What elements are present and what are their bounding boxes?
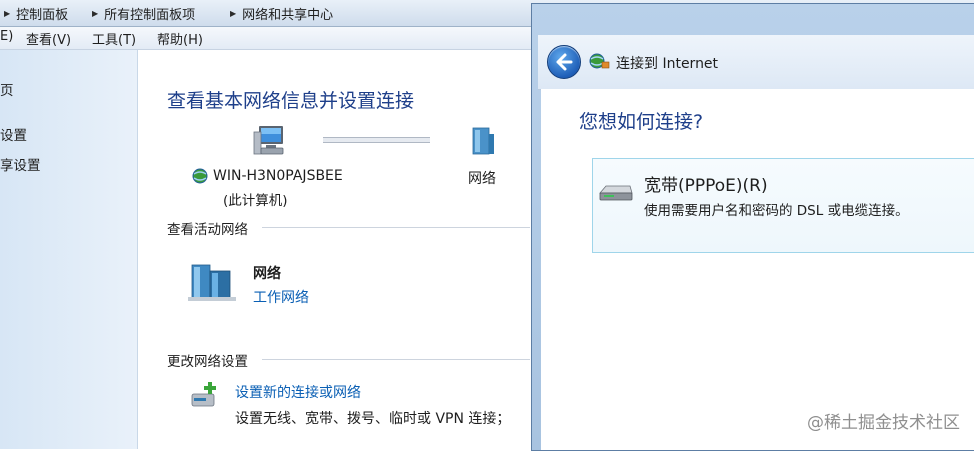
dialog-content: 您想如何连接? 宽带(PPPoE)(R) 使用需要用户名和密码的 DSL 或电缆… (541, 89, 974, 450)
sidebar-link-home[interactable]: 页 (0, 79, 14, 99)
back-arrow-icon (556, 53, 573, 71)
setup-connection-link[interactable]: 设置新的连接或网络 (235, 382, 361, 402)
dialog-header: 连接到 Internet (538, 35, 974, 90)
breadcrumb-arrow-icon: ▶ (4, 9, 11, 18)
section-divider (262, 227, 530, 228)
sidebar-link-adapter-settings[interactable]: 设置 (0, 124, 27, 144)
setup-connection-description: 设置无线、宽带、拨号、临时或 VPN 连接； (235, 411, 511, 427)
active-network-icon (188, 264, 236, 301)
option-title: 宽带(PPPoE)(R) (644, 176, 768, 196)
menu-edit[interactable]: E) (0, 29, 13, 44)
back-button[interactable] (547, 45, 581, 79)
sidebar: 页 设置 享设置 (0, 50, 138, 449)
page-title: 查看基本网络信息并设置连接 (167, 90, 415, 112)
breadcrumb-item-network-center[interactable]: ▶ 网络和共享中心 (230, 4, 333, 23)
watermark: @稀土掘金技术社区 (807, 413, 960, 433)
globe-icon (192, 168, 208, 184)
network-icon (472, 127, 494, 155)
option-description: 使用需要用户名和密码的 DSL 或电缆连接。 (644, 203, 909, 219)
network-label: 网络 (468, 171, 496, 187)
breadcrumb-arrow-icon: ▶ (92, 9, 99, 18)
change-settings-heading: 更改网络设置 (167, 354, 248, 370)
computer-name: WIN-H3N0PAJSBEE (213, 168, 343, 184)
internet-connection-icon (589, 53, 610, 69)
dialog-title: 连接到 Internet (616, 56, 719, 72)
computer-icon (253, 126, 284, 155)
dialog-question: 您想如何连接? (579, 111, 704, 133)
breadcrumb-item-all-items[interactable]: ▶ 所有控制面板项 (92, 4, 195, 23)
modem-icon (599, 185, 633, 201)
menu-view[interactable]: 查看(V) (26, 29, 71, 48)
section-divider (262, 359, 530, 360)
active-network-name: 网络 (253, 266, 281, 282)
menu-help[interactable]: 帮助(H) (157, 29, 203, 48)
active-networks-heading: 查看活动网络 (167, 222, 248, 238)
new-connection-icon (191, 382, 216, 407)
breadcrumb-item-control-panel[interactable]: ▶ 控制面板 (4, 4, 68, 23)
breadcrumb-arrow-icon: ▶ (230, 9, 237, 18)
broadband-pppoe-option[interactable]: 宽带(PPPoE)(R) 使用需要用户名和密码的 DSL 或电缆连接。 (592, 158, 974, 253)
sidebar-link-sharing-settings[interactable]: 享设置 (0, 154, 41, 174)
computer-subtitle: (此计算机) (223, 193, 288, 209)
connection-line (323, 137, 430, 143)
network-type-link[interactable]: 工作网络 (253, 287, 309, 307)
menu-tools[interactable]: 工具(T) (92, 29, 136, 48)
dialog-titlebar[interactable] (534, 4, 974, 32)
connect-internet-dialog: 连接到 Internet 您想如何连接? 宽带(PPPoE)(R) 使用需要用户… (531, 3, 974, 451)
